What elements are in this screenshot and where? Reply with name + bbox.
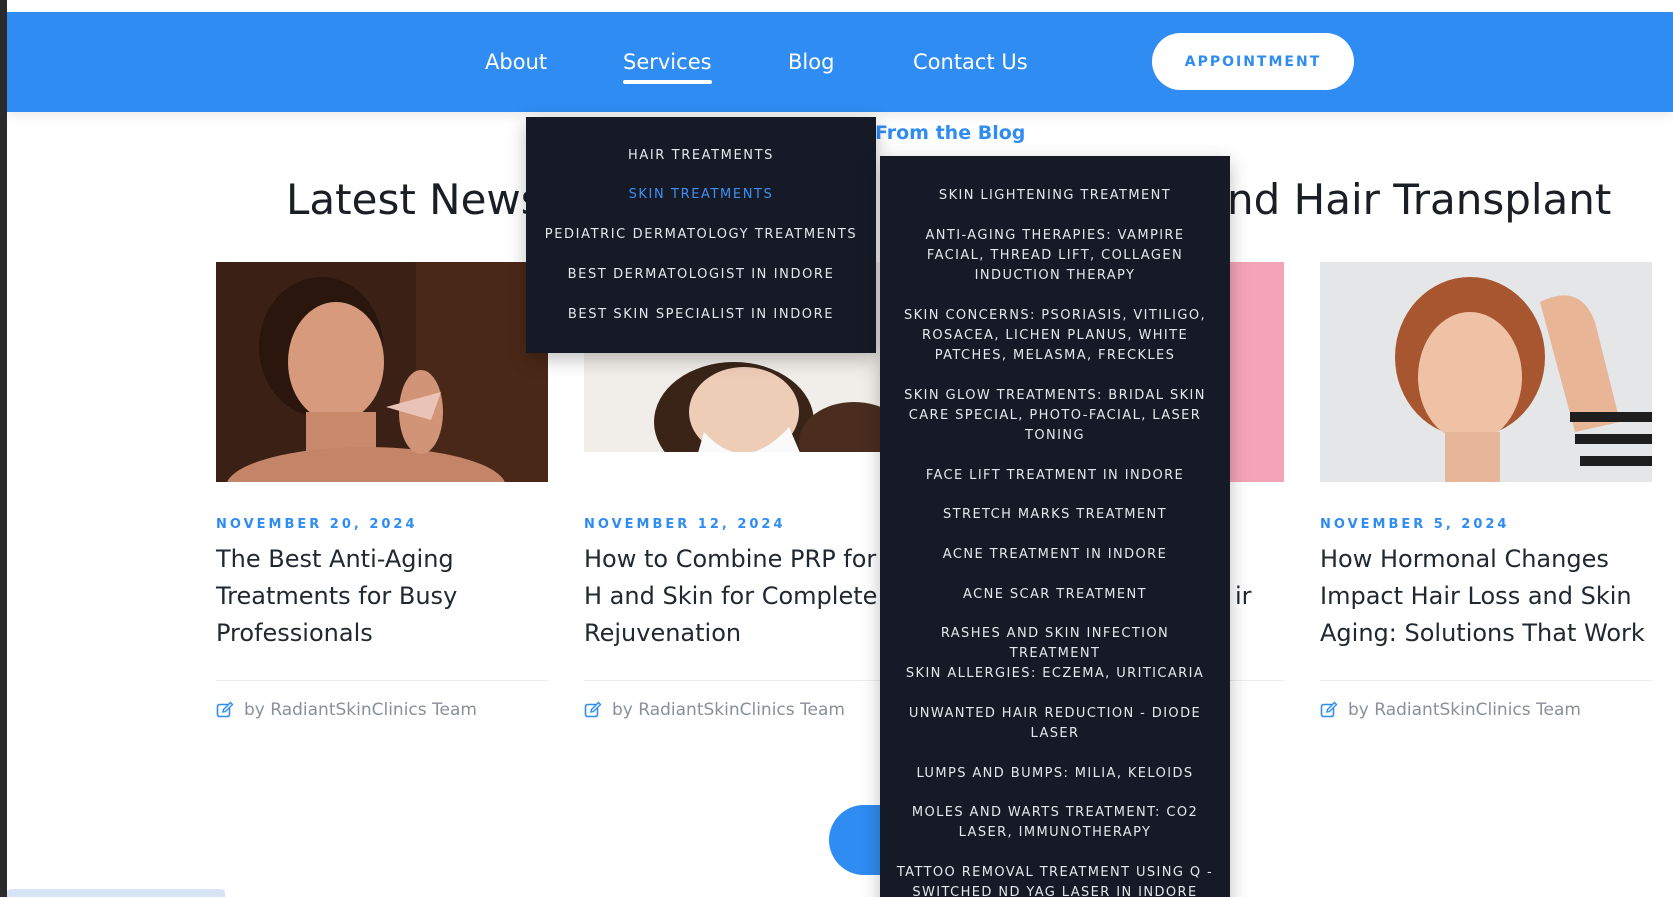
nav-services[interactable]: Services: [623, 50, 712, 84]
card-4-image[interactable]: [1320, 262, 1652, 482]
menu-item-hair-treatments[interactable]: HAIR TREATMENTS: [526, 148, 876, 163]
card-4-date: NOVEMBER 5, 2024: [1320, 517, 1510, 532]
browser-viewport: About Services Blog Contact Us APPOINTME…: [7, 0, 1673, 897]
card-1-image[interactable]: [216, 262, 548, 482]
submenu-item-skin-concerns[interactable]: SKIN CONCERNS: PSORIASIS, VITILIGO, ROSA…: [894, 306, 1216, 366]
submenu-item-skin-glow[interactable]: SKIN GLOW TREATMENTS: BRIDAL SKIN CARE S…: [894, 386, 1216, 446]
card-1-title[interactable]: The Best Anti-Aging Treatments for Busy …: [216, 541, 556, 652]
card-1-author[interactable]: by RadiantSkinClinics Team: [216, 700, 477, 720]
submenu-item-acne-scar[interactable]: ACNE SCAR TREATMENT: [894, 585, 1216, 605]
card-2-divider: [584, 680, 916, 681]
nav-blog[interactable]: Blog: [788, 50, 834, 74]
submenu-item-rashes[interactable]: RASHES AND SKIN INFECTION TREATMENT: [894, 624, 1216, 664]
section-title-right: nd Hair Transplant: [1227, 175, 1612, 224]
menu-item-skin-treatments[interactable]: SKIN TREATMENTS: [526, 187, 876, 202]
submenu-item-acne-treatment[interactable]: ACNE TREATMENT IN INDORE: [894, 545, 1216, 565]
submenu-item-tattoo-removal[interactable]: TATTOO REMOVAL TREATMENT USING Q - SWITC…: [894, 863, 1216, 897]
submenu-item-skin-lightening[interactable]: SKIN LIGHTENING TREATMENT: [894, 186, 1216, 206]
nav-contact-us[interactable]: Contact Us: [913, 50, 1028, 74]
nav-about[interactable]: About: [485, 50, 547, 74]
skin-treatments-submenu: SKIN LIGHTENING TREATMENT ANTI-AGING THE…: [880, 156, 1230, 897]
card-1-author-label: by RadiantSkinClinics Team: [244, 700, 477, 720]
woman-gua-sha-photo: [216, 262, 548, 482]
submenu-item-hair-reduction[interactable]: UNWANTED HAIR REDUCTION - DIODE LASER: [894, 704, 1216, 744]
card-2-author[interactable]: by RadiantSkinClinics Team: [584, 700, 845, 720]
blog-kicker: From the Blog: [875, 122, 1026, 144]
submenu-item-face-lift[interactable]: FACE LIFT TREATMENT IN INDORE: [894, 466, 1216, 486]
card-4-divider: [1320, 680, 1652, 681]
card-4-author-label: by RadiantSkinClinics Team: [1348, 700, 1581, 720]
woman-hair-loss-photo: [1320, 262, 1652, 482]
card-3-title[interactable]: ir: [1235, 578, 1275, 615]
submenu-item-moles-warts[interactable]: MOLES AND WARTS TREATMENT: CO2 LASER, IM…: [894, 803, 1216, 843]
section-title-left: Latest News: [286, 175, 543, 224]
card-2-date: NOVEMBER 12, 2024: [584, 517, 786, 532]
bottom-scroll-indicator: [7, 889, 225, 897]
submenu-item-lumps-bumps[interactable]: LUMPS AND BUMPS: MILIA, KELOIDS: [894, 764, 1216, 784]
menu-item-pediatric-dermatology[interactable]: PEDIATRIC DERMATOLOGY TREATMENTS: [526, 227, 876, 242]
appointment-button[interactable]: APPOINTMENT: [1152, 33, 1354, 90]
edit-icon: [1320, 701, 1338, 719]
services-dropdown: HAIR TREATMENTS SKIN TREATMENTS PEDIATRI…: [526, 117, 876, 353]
submenu-item-anti-aging[interactable]: ANTI-AGING THERAPIES: VAMPIRE FACIAL, TH…: [894, 226, 1216, 286]
edit-icon: [584, 701, 602, 719]
card-4-author[interactable]: by RadiantSkinClinics Team: [1320, 700, 1581, 720]
edit-icon: [216, 701, 234, 719]
menu-item-best-skin-specialist[interactable]: BEST SKIN SPECIALIST IN INDORE: [526, 307, 876, 322]
submenu-item-stretch-marks[interactable]: STRETCH MARKS TREATMENT: [894, 505, 1216, 525]
submenu-item-skin-allergies[interactable]: SKIN ALLERGIES: ECZEMA, URITICARIA: [894, 664, 1216, 684]
card-4-title[interactable]: How Hormonal Changes Impact Hair Loss an…: [1320, 541, 1660, 652]
card-1-date: NOVEMBER 20, 2024: [216, 517, 418, 532]
card-2-author-label: by RadiantSkinClinics Team: [612, 700, 845, 720]
main-navbar: About Services Blog Contact Us APPOINTME…: [7, 12, 1673, 112]
menu-item-best-dermatologist[interactable]: BEST DERMATOLOGIST IN INDORE: [526, 267, 876, 282]
card-1-divider: [216, 680, 548, 681]
card-2-title[interactable]: How to Combine PRP for H and Skin for Co…: [584, 541, 884, 652]
